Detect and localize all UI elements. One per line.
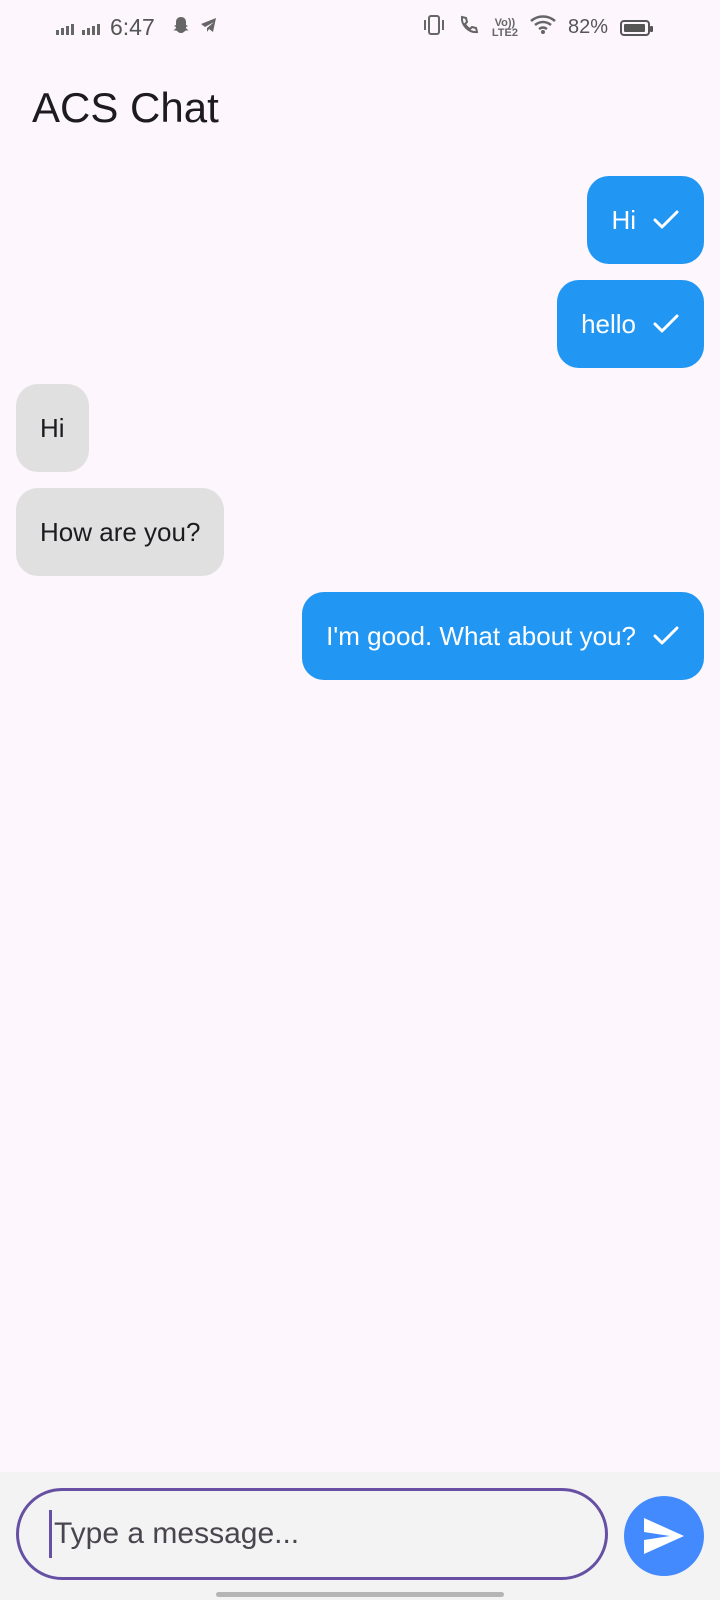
message-text: Hi bbox=[40, 412, 65, 443]
received-message-bubble[interactable]: Hi bbox=[16, 384, 89, 472]
sent-message-bubble[interactable]: Hi bbox=[587, 176, 704, 264]
message-row: Hi bbox=[16, 384, 704, 472]
message-text: I'm good. What about you? bbox=[326, 620, 636, 651]
message-list[interactable]: Hi hello Hi How are you? I'm good. What abou… bbox=[16, 176, 704, 696]
message-text: hello bbox=[581, 308, 636, 339]
message-row: Hi bbox=[16, 176, 704, 264]
wifi-calling-icon bbox=[458, 14, 480, 41]
message-row: How are you? bbox=[16, 488, 704, 576]
message-row: hello bbox=[16, 280, 704, 368]
check-icon bbox=[652, 206, 680, 234]
home-indicator[interactable] bbox=[216, 1592, 504, 1597]
message-text: How are you? bbox=[40, 516, 201, 547]
vibrate-icon bbox=[422, 14, 446, 41]
status-bar: 6:47 Vo)) LTE2 82% bbox=[0, 0, 720, 58]
status-time: 6:47 bbox=[110, 14, 155, 40]
send-button[interactable] bbox=[624, 1496, 704, 1576]
send-icon bbox=[644, 1518, 684, 1554]
sent-message-bubble[interactable]: hello bbox=[557, 280, 704, 368]
signal-icon bbox=[56, 21, 74, 35]
signal-icon bbox=[82, 21, 100, 35]
snapchat-icon bbox=[171, 15, 191, 40]
volte-icon: Vo)) LTE2 bbox=[491, 16, 518, 39]
status-bar-right: Vo)) LTE2 82% bbox=[422, 14, 653, 41]
sent-message-bubble[interactable]: I'm good. What about you? bbox=[302, 592, 704, 680]
check-icon bbox=[652, 310, 680, 338]
received-message-bubble[interactable]: How are you? bbox=[16, 488, 225, 576]
telegram-icon bbox=[199, 15, 219, 40]
battery-percent: 82% bbox=[567, 16, 608, 38]
message-row: I'm good. What about you? bbox=[16, 592, 704, 680]
message-input[interactable]: Type a message... bbox=[16, 1488, 608, 1580]
message-text: Hi bbox=[611, 204, 636, 235]
battery-icon bbox=[620, 19, 653, 36]
composer-bar: Type a message... bbox=[0, 1472, 720, 1600]
wifi-icon bbox=[530, 15, 556, 40]
check-icon bbox=[652, 622, 680, 650]
status-bar-left: 6:47 bbox=[56, 14, 219, 41]
message-input-placeholder: Type a message... bbox=[54, 1517, 300, 1550]
page-title: ACS Chat bbox=[32, 84, 219, 131]
text-caret bbox=[49, 1510, 52, 1558]
